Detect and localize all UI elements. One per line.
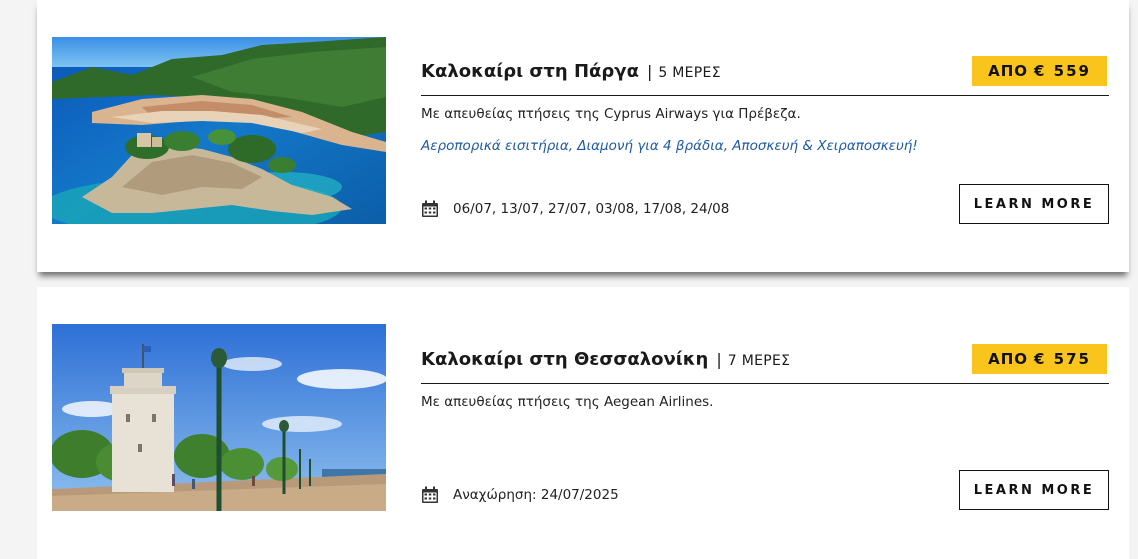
thessaloniki-photo (52, 324, 386, 511)
dates-text: 06/07, 13/07, 27/07, 03/08, 17/08, 24/08 (453, 201, 730, 217)
tour-description: Με απευθείας πτήσεις της Aegean Airlines… (421, 394, 714, 410)
tour-description: Με απευθείας πτήσεις της Cyprus Airways … (421, 106, 801, 122)
title-separator: | (646, 62, 653, 81)
learn-more-button[interactable]: LEARN MORE (959, 470, 1109, 510)
tour-title[interactable]: Καλοκαίρι στη Πάργα | 5 ΜΕΡΕΣ (421, 61, 721, 82)
tour-dates: 06/07, 13/07, 27/07, 03/08, 17/08, 24/08 (421, 200, 729, 218)
dates-text: Αναχώρηση: 24/07/2025 (453, 487, 619, 503)
parga-photo (52, 37, 386, 224)
tour-image-parga[interactable] (52, 37, 386, 224)
tour-info: Καλοκαίρι στη Θεσσαλονίκη | 7 ΜΕΡΕΣ ΑΠΟ € … (421, 344, 1109, 510)
tour-header: Καλοκαίρι στη Θεσσαλονίκη | 7 ΜΕΡΕΣ ΑΠΟ € … (421, 344, 1109, 384)
tour-header: Καλοκαίρι στη Πάργα | 5 ΜΕΡΕΣ ΑΠΟ € 559 (421, 56, 1109, 96)
tour-includes: Αεροπορικά εισιτήρια, Διαμονή για 4 βράδ… (421, 138, 918, 154)
price-prefix: ΑΠΟ (988, 62, 1029, 80)
price-amount: € 575 (1034, 350, 1091, 368)
tour-duration: 5 ΜΕΡΕΣ (658, 65, 721, 81)
tour-card: Καλοκαίρι στη Θεσσαλονίκη | 7 ΜΕΡΕΣ ΑΠΟ € … (37, 287, 1129, 559)
tour-dates: Αναχώρηση: 24/07/2025 (421, 486, 619, 504)
tour-title-text[interactable]: Καλοκαίρι στη Θεσσαλονίκη (421, 349, 708, 370)
tour-image-thessaloniki[interactable] (52, 324, 386, 511)
price-badge: ΑΠΟ € 559 (972, 56, 1107, 86)
price-amount: € 559 (1034, 62, 1091, 80)
price-prefix: ΑΠΟ (988, 350, 1029, 368)
learn-more-button[interactable]: LEARN MORE (959, 184, 1109, 224)
title-separator: | (716, 350, 722, 369)
tour-card: Καλοκαίρι στη Πάργα | 5 ΜΕΡΕΣ ΑΠΟ € 559 Με… (37, 0, 1129, 272)
calendar-icon (421, 200, 439, 218)
price-badge: ΑΠΟ € 575 (972, 344, 1107, 374)
calendar-icon (421, 486, 439, 504)
tour-duration: 7 ΜΕΡΕΣ (727, 353, 791, 369)
tour-info: Καλοκαίρι στη Πάργα | 5 ΜΕΡΕΣ ΑΠΟ € 559 Με… (421, 56, 1109, 224)
tour-title-text[interactable]: Καλοκαίρι στη Πάργα (421, 61, 639, 82)
tour-title[interactable]: Καλοκαίρι στη Θεσσαλονίκη | 7 ΜΕΡΕΣ (421, 349, 790, 370)
tour-list: Καλοκαίρι στη Πάργα | 5 ΜΕΡΕΣ ΑΠΟ € 559 Με… (0, 0, 1138, 559)
